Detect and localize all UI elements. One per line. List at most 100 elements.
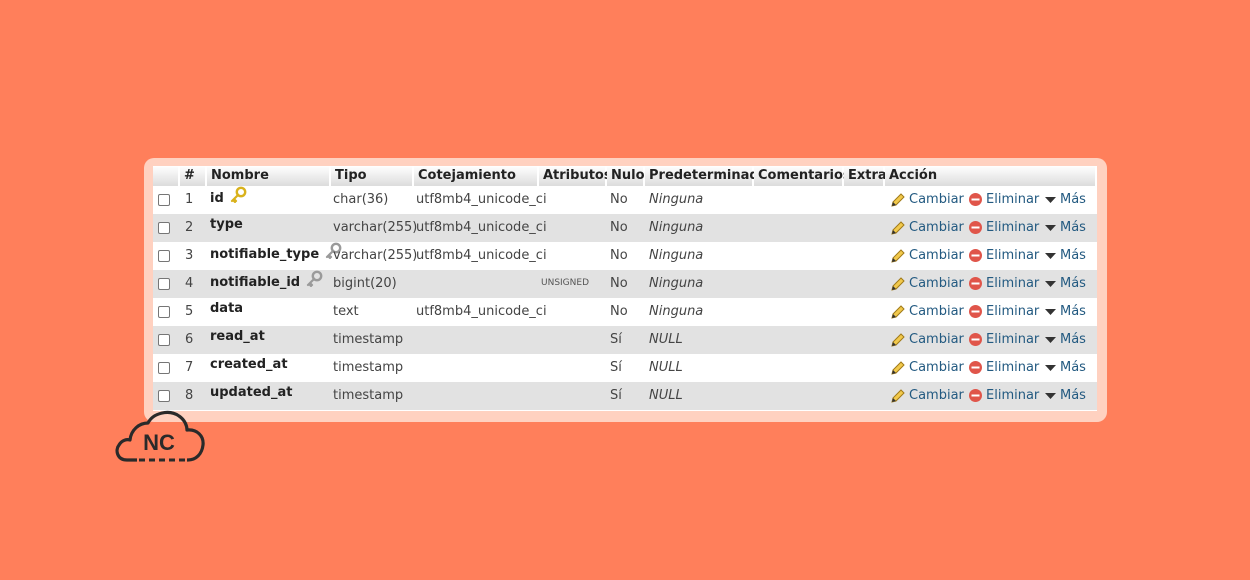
column-default: NULL xyxy=(649,388,683,403)
column-name-text: type xyxy=(210,217,243,232)
row-checkbox[interactable] xyxy=(158,306,170,318)
mas-dropdown[interactable]: Más xyxy=(1044,354,1086,382)
triangle-down-icon xyxy=(1045,308,1056,315)
mas-label: Más xyxy=(1060,332,1086,347)
table-row: 3 notifiable_type varchar(255) utf8mb4_unic… xyxy=(153,242,1097,270)
mas-dropdown[interactable]: Más xyxy=(1044,186,1086,214)
row-checkbox[interactable] xyxy=(158,194,170,206)
cambiar-link[interactable]: Cambiar xyxy=(890,354,964,382)
cambiar-link[interactable]: Cambiar xyxy=(890,298,964,326)
row-checkbox[interactable] xyxy=(158,390,170,402)
column-null: No xyxy=(610,248,628,263)
triangle-down-icon xyxy=(1045,336,1056,343)
row-number: 2 xyxy=(185,220,194,235)
mas-label: Más xyxy=(1060,192,1086,207)
column-type: varchar(255) xyxy=(333,220,418,235)
row-checkbox[interactable] xyxy=(158,222,170,234)
column-default: Ninguna xyxy=(649,220,704,235)
column-name[interactable]: notifiable_type xyxy=(210,242,342,270)
pencil-icon xyxy=(891,304,905,319)
eliminar-link[interactable]: Eliminar xyxy=(968,270,1039,298)
cambiar-link[interactable]: Cambiar xyxy=(890,382,964,410)
header-comentarios[interactable]: Comentarios xyxy=(754,166,851,186)
eliminar-label: Eliminar xyxy=(986,220,1040,235)
column-name[interactable]: read_at xyxy=(210,326,265,354)
column-null: Sí xyxy=(610,388,622,403)
header-extra[interactable]: Extra xyxy=(844,166,887,186)
cambiar-link[interactable]: Cambiar xyxy=(890,186,964,214)
eliminar-link[interactable]: Eliminar xyxy=(968,186,1039,214)
cambiar-label: Cambiar xyxy=(909,192,964,207)
table-row: 6 read_at timestamp Sí NULL Cambiar Eliminar Má… xyxy=(153,326,1097,354)
mas-dropdown[interactable]: Más xyxy=(1044,214,1086,242)
eliminar-label: Eliminar xyxy=(986,192,1040,207)
triangle-down-icon xyxy=(1045,392,1056,399)
row-number: 7 xyxy=(185,360,194,375)
row-checkbox[interactable] xyxy=(158,278,170,290)
column-default: NULL xyxy=(649,360,683,375)
column-default: Ninguna xyxy=(649,276,704,291)
eliminar-link[interactable]: Eliminar xyxy=(968,354,1039,382)
eliminar-link[interactable]: Eliminar xyxy=(968,214,1039,242)
header-nombre[interactable]: Nombre xyxy=(207,166,331,186)
column-default: Ninguna xyxy=(649,192,704,207)
column-collation: utf8mb4_unicode_ci xyxy=(416,192,547,207)
header-hash: # xyxy=(180,166,207,186)
header-atributos[interactable]: Atributos xyxy=(539,166,612,186)
column-collation: utf8mb4_unicode_ci xyxy=(416,248,547,263)
triangle-down-icon xyxy=(1045,196,1056,203)
structure-table: # Nombre Tipo Cotejamiento Atributos Nul… xyxy=(153,166,1097,411)
column-name[interactable]: notifiable_id xyxy=(210,270,323,298)
pencil-icon xyxy=(891,276,905,291)
mas-label: Más xyxy=(1060,388,1086,403)
pencil-icon xyxy=(891,332,905,347)
mas-dropdown[interactable]: Más xyxy=(1044,382,1086,410)
eliminar-label: Eliminar xyxy=(986,332,1040,347)
column-name-text: created_at xyxy=(210,357,288,372)
pencil-icon xyxy=(891,360,905,375)
column-default: Ninguna xyxy=(649,248,704,263)
header-accion: Acción xyxy=(885,166,1097,186)
column-type: timestamp xyxy=(333,332,404,347)
column-name[interactable]: updated_at xyxy=(210,382,292,410)
column-name[interactable]: data xyxy=(210,298,243,326)
delete-circle-icon xyxy=(969,305,982,318)
row-number: 1 xyxy=(185,192,194,207)
triangle-down-icon xyxy=(1045,364,1056,371)
eliminar-label: Eliminar xyxy=(986,248,1040,263)
eliminar-link[interactable]: Eliminar xyxy=(968,326,1039,354)
mas-dropdown[interactable]: Más xyxy=(1044,326,1086,354)
row-number: 6 xyxy=(185,332,194,347)
column-name[interactable]: id xyxy=(210,186,247,214)
eliminar-link[interactable]: Eliminar xyxy=(968,382,1039,410)
row-checkbox[interactable] xyxy=(158,334,170,346)
cambiar-link[interactable]: Cambiar xyxy=(890,214,964,242)
cambiar-link[interactable]: Cambiar xyxy=(890,326,964,354)
delete-circle-icon xyxy=(969,389,982,402)
cambiar-link[interactable]: Cambiar xyxy=(890,270,964,298)
mas-dropdown[interactable]: Más xyxy=(1044,270,1086,298)
header-predeterminado[interactable]: Predeterminado xyxy=(645,166,768,186)
cambiar-link[interactable]: Cambiar xyxy=(890,242,964,270)
row-number: 8 xyxy=(185,388,194,403)
header-tipo[interactable]: Tipo xyxy=(331,166,414,186)
cambiar-label: Cambiar xyxy=(909,276,964,291)
column-name[interactable]: created_at xyxy=(210,354,288,382)
logo-text: NC xyxy=(143,430,175,455)
delete-circle-icon xyxy=(969,277,982,290)
primary-key-icon xyxy=(230,186,247,211)
mas-dropdown[interactable]: Más xyxy=(1044,298,1086,326)
header-nulo[interactable]: Nulo xyxy=(607,166,645,186)
column-null: Sí xyxy=(610,332,622,347)
header-cotejamiento[interactable]: Cotejamiento xyxy=(414,166,539,186)
triangle-down-icon xyxy=(1045,280,1056,287)
column-type: text xyxy=(333,304,359,319)
mas-dropdown[interactable]: Más xyxy=(1044,242,1086,270)
eliminar-link[interactable]: Eliminar xyxy=(968,242,1039,270)
column-name-text: id xyxy=(210,191,224,206)
row-checkbox[interactable] xyxy=(158,250,170,262)
table-row: 1 id char(36) utf8mb4_unicode_ci No Ninguna Ca… xyxy=(153,186,1097,214)
eliminar-link[interactable]: Eliminar xyxy=(968,298,1039,326)
row-checkbox[interactable] xyxy=(158,362,170,374)
column-name[interactable]: type xyxy=(210,214,243,242)
